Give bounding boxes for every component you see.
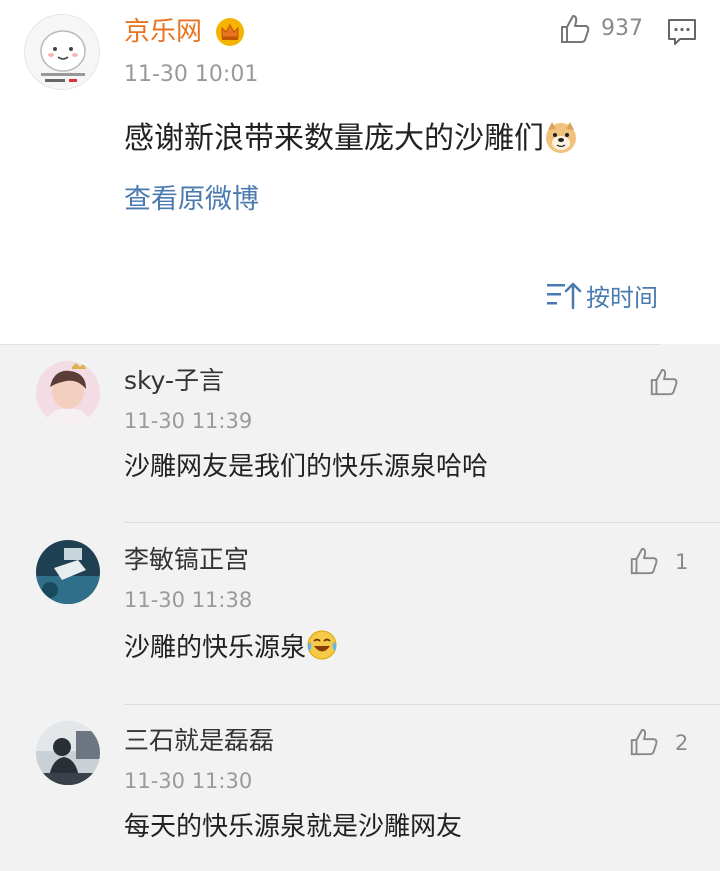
comment-text-content: 沙雕的快乐源泉	[124, 633, 307, 663]
post-author-name[interactable]: 京乐网	[124, 14, 202, 50]
sort-label: 按时间	[586, 283, 658, 312]
main-post: 京乐网 11-30 10:01 937 感谢新浪带来数量庞大的沙雕们 查看原微博	[0, 0, 720, 344]
thumbs-up-icon[interactable]	[558, 12, 592, 46]
laugh-cry-emoji-icon	[307, 630, 337, 660]
comment-like-count: 1	[675, 550, 689, 574]
divider	[0, 344, 660, 345]
post-time: 11-30 10:01	[124, 62, 259, 87]
comment-list	[0, 344, 720, 871]
post-author-avatar[interactable]	[24, 14, 100, 90]
comment-time: 11-30 11:30	[124, 769, 253, 793]
crown-icon	[216, 18, 244, 46]
commenter-name[interactable]: 三石就是磊磊	[124, 724, 274, 758]
commenter-name[interactable]: 李敏镐正宫	[124, 543, 249, 577]
sort-icon	[547, 282, 582, 310]
avatar-photo	[36, 361, 100, 425]
comment-text: 沙雕网友是我们的快乐源泉哈哈	[124, 452, 489, 482]
view-original-link[interactable]: 查看原微博	[124, 181, 259, 219]
commenter-name[interactable]: sky-子言	[124, 364, 224, 398]
comment-time: 11-30 11:38	[124, 588, 253, 612]
avatar-illustration	[25, 15, 99, 89]
avatar-photo	[36, 540, 100, 604]
comment-text: 每天的快乐源泉就是沙雕网友	[124, 812, 463, 842]
commenter-avatar[interactable]	[36, 540, 100, 604]
comment-time: 11-30 11:39	[124, 409, 253, 433]
post-text-content: 感谢新浪带来数量庞大的沙雕们	[124, 121, 544, 156]
post-like-count: 937	[601, 16, 643, 41]
thumbs-up-icon[interactable]	[628, 545, 660, 577]
divider	[124, 704, 720, 705]
commenter-avatar[interactable]	[36, 361, 100, 425]
avatar-photo	[36, 721, 100, 785]
doge-emoji-icon	[546, 122, 576, 153]
comment-text: 沙雕的快乐源泉	[124, 629, 338, 667]
sort-by-time-button[interactable]: 按时间	[546, 278, 658, 312]
comment-icon[interactable]	[666, 16, 698, 48]
post-text: 感谢新浪带来数量庞大的沙雕们	[124, 118, 578, 160]
commenter-avatar[interactable]	[36, 721, 100, 785]
thumbs-up-icon[interactable]	[648, 366, 680, 398]
thumbs-up-icon[interactable]	[628, 726, 660, 758]
comment-like-count: 2	[675, 731, 689, 755]
divider	[124, 522, 720, 523]
